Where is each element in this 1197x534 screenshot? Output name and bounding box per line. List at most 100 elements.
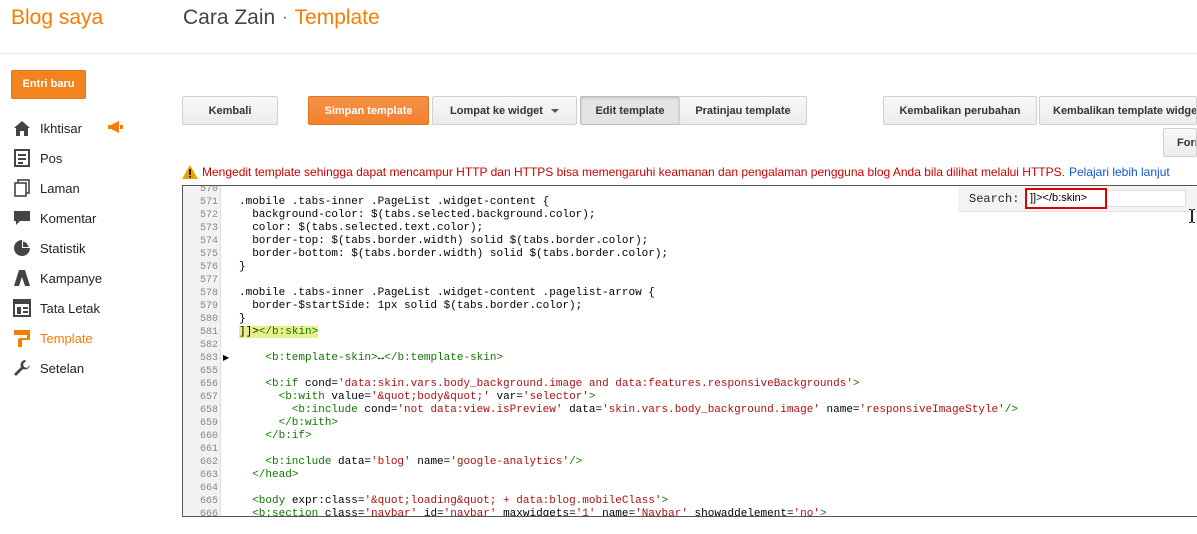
code-line: 582 [183,339,1197,352]
sidebar-item-layout[interactable]: Tata Letak [0,293,170,323]
code-line: 581]]></b:skin> [183,326,1197,339]
line-number: 659 [199,418,218,429]
search-label: Search: [969,192,1020,206]
blog-name[interactable]: Cara Zain [183,6,275,29]
format-template-button[interactable]: Format [1163,128,1197,157]
line-number: 581 [199,327,218,338]
code-text: } [239,261,246,273]
search-panel: Search: ]]></b:skin> [958,186,1197,212]
code-text: <body expr:class='&quot;loading&quot; + … [252,495,669,507]
code-line: 662 <b:include data='blog' name='google-… [183,456,1197,469]
megaphone-icon[interactable] [107,121,123,136]
code-line: 583 ▶ <b:template-skin>↔</b:template-skin… [183,352,1197,365]
fold-arrow-icon[interactable]: ▶ [223,352,229,365]
top-bar: Blog saya Cara Zain · Template [0,0,1197,54]
line-number: 573 [199,223,218,234]
code-text: <b:with value='&quot;body&quot;' var='se… [278,391,596,403]
preview-template-button[interactable]: Pratinjau template [679,96,807,125]
sidebar-item-label: Setelan [40,360,85,376]
sidebar-item-label: Kampanye [40,270,103,286]
back-button[interactable]: Kembali [182,96,278,125]
code-line: 661 [183,443,1197,456]
sidebar-item-overview[interactable]: Ikhtisar [0,113,170,143]
page-title: Template [294,6,380,29]
new-post-button[interactable]: Entri baru [11,70,86,99]
stats-icon [12,238,32,258]
sidebar-item-label: Ikhtisar [40,120,82,136]
sidebar-item-stats[interactable]: Statistik [0,233,170,263]
text-cursor-icon [1189,209,1195,223]
search-input-extension[interactable] [1107,190,1186,207]
code-text: } [239,313,246,325]
edit-template-button[interactable]: Edit template [580,96,680,125]
chevron-down-icon [550,108,559,113]
code-line: 573 color: $(tabs.selected.text.color); [183,222,1197,235]
sidebar-item-template[interactable]: Template [0,323,170,353]
code-text: border-top: $(tabs.border.width) solid $… [239,235,649,247]
template-icon [12,328,32,348]
code-line: 577 [183,274,1197,287]
warning-icon [182,165,198,179]
line-number: 579 [199,301,218,312]
code-line: 658 <b:include cond='not data:view.isPre… [183,404,1197,417]
code-text: border-$startSide: 1px solid $(tabs.bord… [239,300,583,312]
line-number: 662 [199,457,218,468]
code-line: 580} [183,313,1197,326]
line-number: 658 [199,405,218,416]
line-number: 575 [199,249,218,260]
sidebar-item-label: Tata Letak [40,300,100,316]
code-line: 575 border-bottom: $(tabs.border.width) … [183,248,1197,261]
comments-icon [12,208,32,228]
code-line: 579 border-$startSide: 1px solid $(tabs.… [183,300,1197,313]
code-text: <b:include data='blog' name='google-anal… [265,456,583,468]
sidebar-item-pages[interactable]: Laman [0,173,170,203]
save-template-button[interactable]: Simpan template [308,96,429,125]
line-number: 660 [199,431,218,442]
code-text: </b:with> [278,417,339,429]
jump-to-widget-dropdown[interactable]: Lompat ke widget [432,96,577,125]
brand-logo[interactable]: Blog saya [11,6,103,30]
sidebar-item-comments[interactable]: Komentar [0,203,170,233]
sidebar-item-label: Pos [40,150,63,166]
code-text: <b:if cond='data:skin.vars.body_backgrou… [265,378,860,390]
code-text: <b:include cond='not data:view.isPreview… [291,404,1018,416]
code-line: 663 </head> [183,469,1197,482]
code-line: 659 </b:with> [183,417,1197,430]
sidebar-item-settings[interactable]: Setelan [0,353,170,383]
template-code-editor[interactable]: 570 571 .mobile .tabs-inner .PageList .wid… [182,185,1197,517]
line-number: 666 [199,509,218,517]
code-text: .mobile .tabs-inner .PageList .widget-co… [239,287,655,299]
code-line: 657 <b:with value='&quot;body&quot;' var… [183,391,1197,404]
line-number: 574 [199,236,218,247]
line-number: 583 [199,353,218,364]
code-line: 664 [183,482,1197,495]
line-number: 570 [199,185,218,195]
code-line: 665 <body expr:class='&quot;loading&quot… [183,495,1197,508]
sidebar-item-label: Komentar [40,210,97,226]
line-number: 572 [199,210,218,221]
sidebar-item-posts[interactable]: Pos [0,143,170,173]
code-line: 656 <b:if cond='data:skin.vars.body_back… [183,378,1197,391]
code-text: </b:if> [265,430,312,442]
line-number: 655 [199,366,218,377]
line-number: 657 [199,392,218,403]
code-text: <b:section class='navbar' id='navbar' ma… [252,508,827,517]
wrench-icon [12,358,32,378]
learn-more-link[interactable]: Pelajari lebih lanjut [1069,165,1170,179]
sidebar-item-campaigns[interactable]: Kampanye [0,263,170,293]
code-line: 666 <b:section class='navbar' id='navbar… [183,508,1197,517]
line-number: 664 [199,483,218,494]
posts-icon [12,148,32,168]
code-text: <b:template-skin>↔</b:template-skin> [265,352,504,364]
search-input[interactable]: ]]></b:skin> [1025,188,1107,209]
line-number: 663 [199,470,218,481]
revert-changes-button[interactable]: Kembalikan perubahan [883,96,1037,125]
code-lines: 570 571 .mobile .tabs-inner .PageList .wid… [183,185,1197,517]
sidebar-item-label: Statistik [40,240,86,256]
revert-widget-template-button[interactable]: Kembalikan template widget [1039,96,1197,125]
code-line: 660 </b:if> [183,430,1197,443]
code-line: 655 [183,365,1197,378]
line-number: 661 [199,444,218,455]
sidebar-item-label: Template [40,330,93,346]
line-number: 571 [199,197,218,208]
